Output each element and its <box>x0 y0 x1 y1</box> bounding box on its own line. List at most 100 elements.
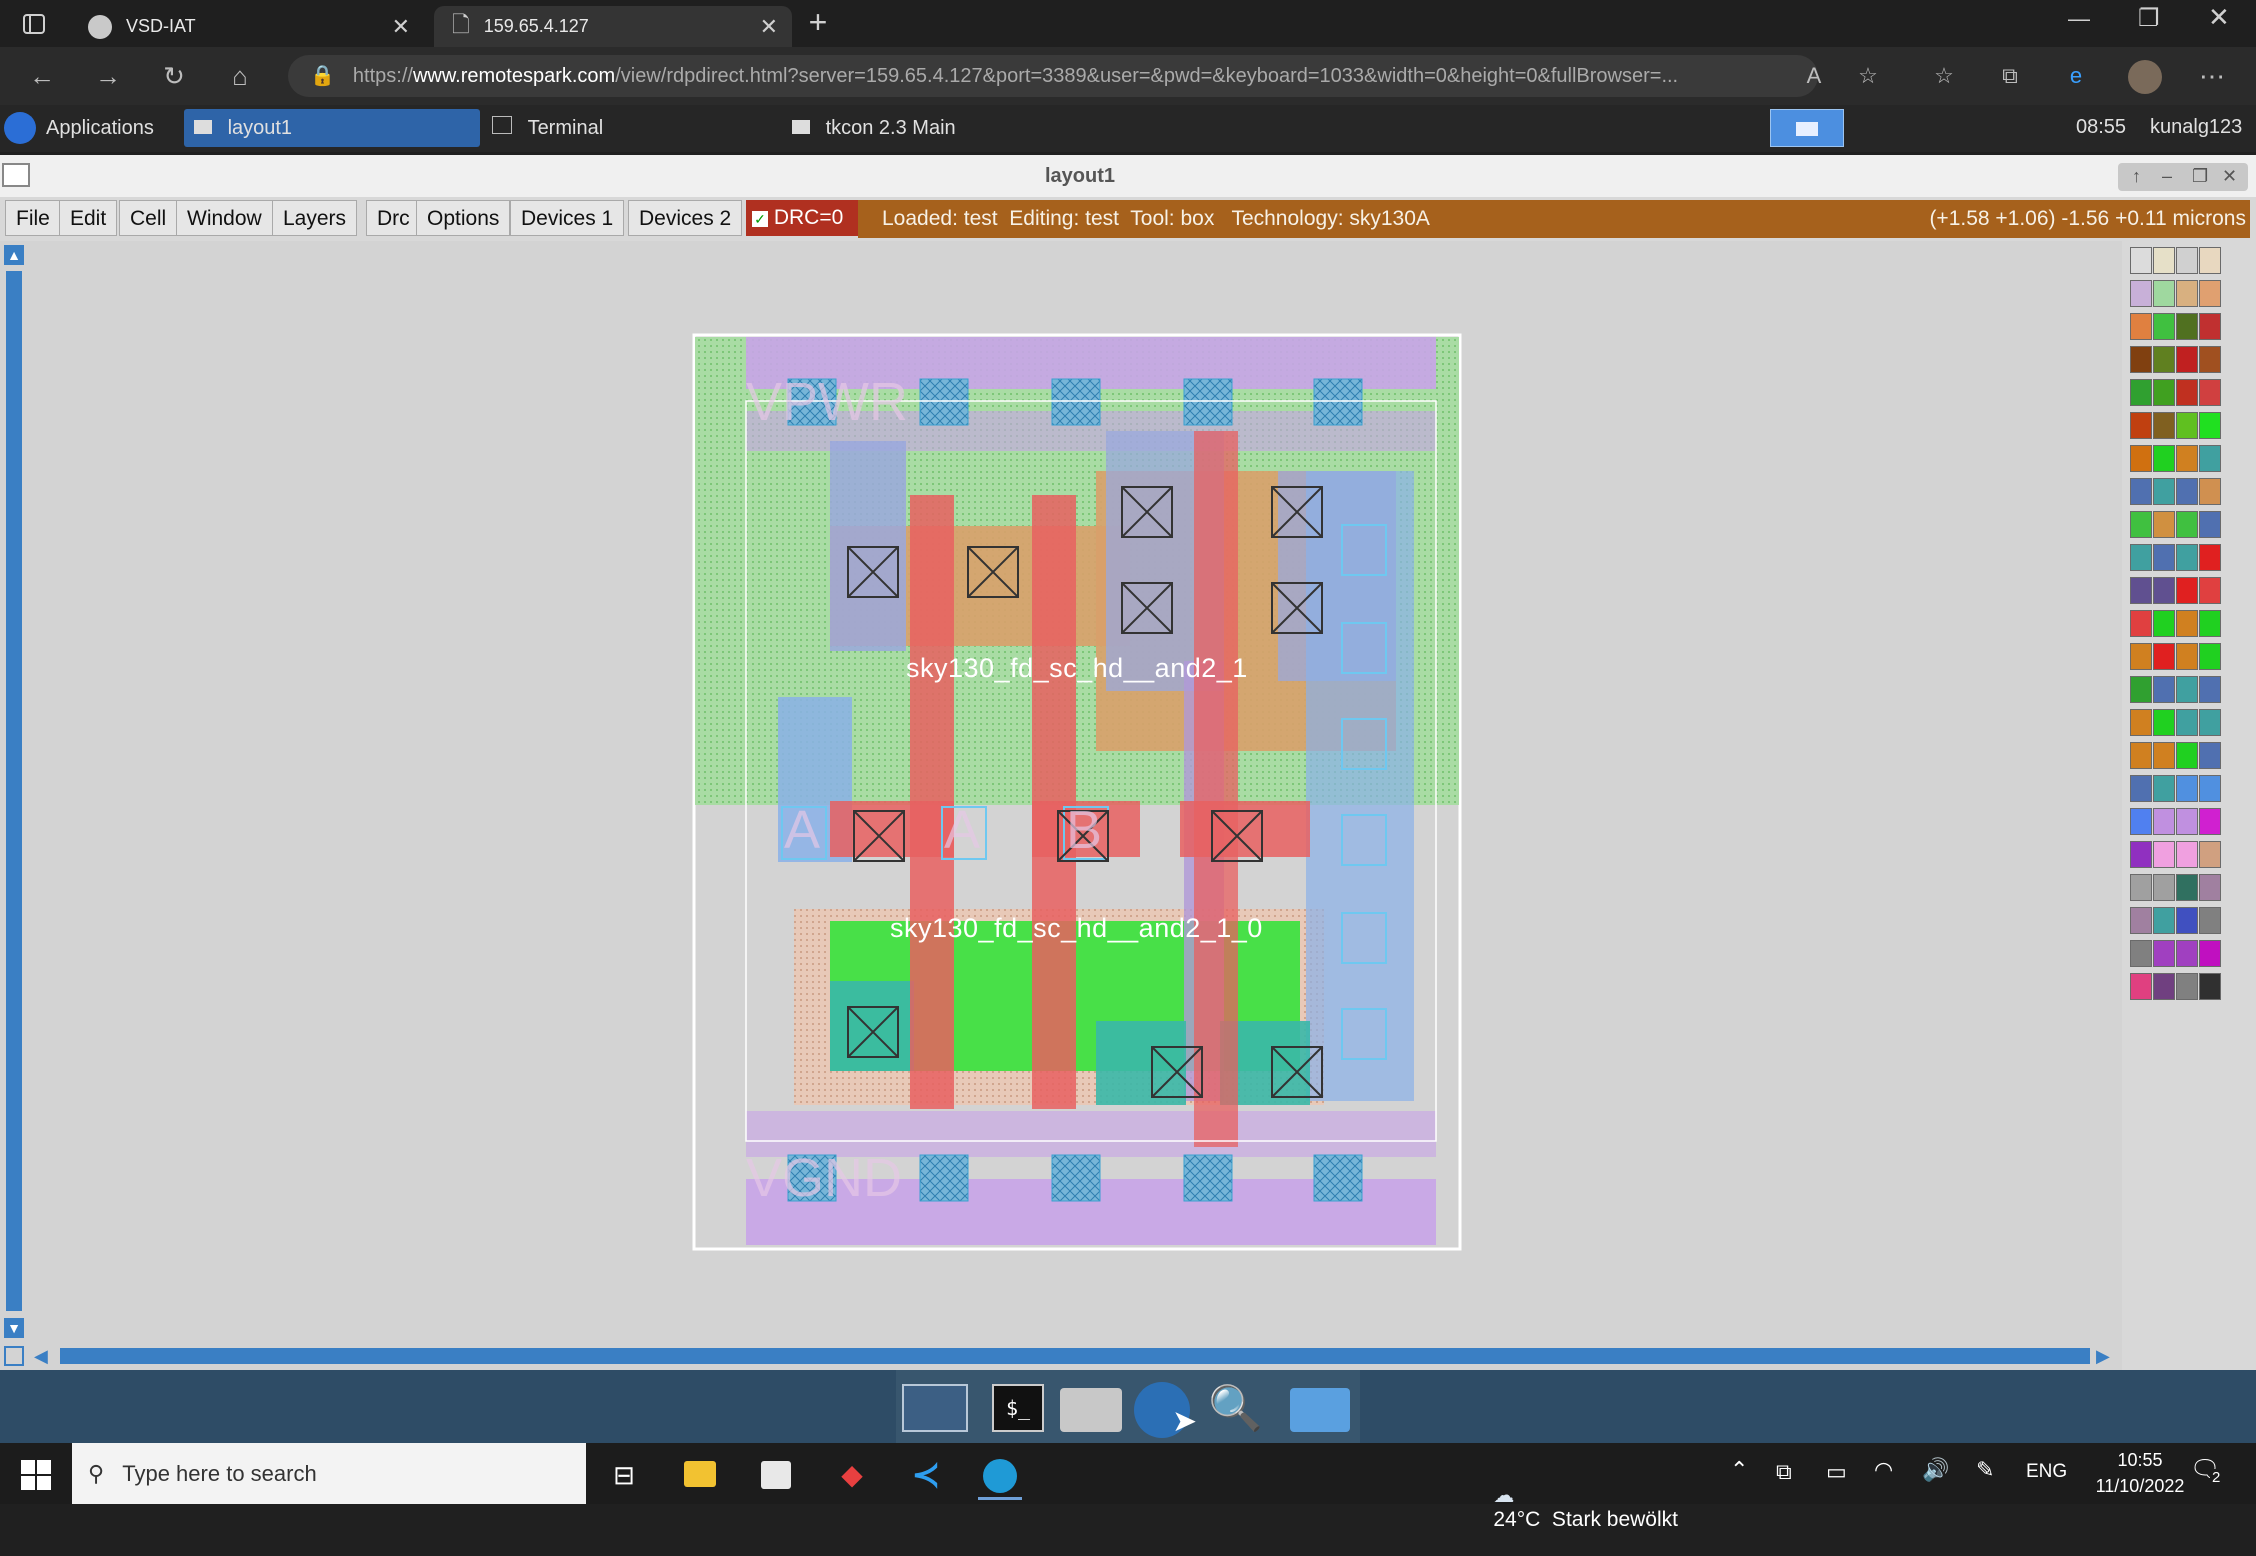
layer-swatch[interactable] <box>2130 280 2152 307</box>
layer-swatch[interactable] <box>2176 742 2198 769</box>
layer-swatch[interactable] <box>2176 247 2198 274</box>
layer-swatch[interactable] <box>2199 511 2221 538</box>
tab-vsd-iat[interactable]: VSD-IAT ✕ <box>72 6 424 47</box>
maximize-icon[interactable]: ❐ <box>2192 166 2208 187</box>
layer-swatch[interactable] <box>2176 709 2198 736</box>
layer-swatch[interactable] <box>2130 841 2152 868</box>
reload-icon[interactable]: ↻ <box>156 58 192 94</box>
layer-swatch[interactable] <box>2153 940 2175 967</box>
layer-swatch[interactable] <box>2153 841 2175 868</box>
start-icon[interactable] <box>14 1453 58 1497</box>
task-terminal[interactable]: Terminal <box>486 109 776 147</box>
search-box[interactable]: ⚲ Type here to search <box>72 1443 586 1504</box>
clock[interactable]: 10:55 11/10/2022 <box>2090 1447 2190 1499</box>
layer-swatch[interactable] <box>2176 643 2198 670</box>
close-window-icon[interactable]: ✕ <box>2208 2 2230 33</box>
layer-swatch[interactable] <box>2153 577 2175 604</box>
layer-swatch[interactable] <box>2199 379 2221 406</box>
layer-swatch[interactable] <box>2153 808 2175 835</box>
home-icon[interactable]: ⌂ <box>222 58 258 94</box>
layer-swatch[interactable] <box>2176 775 2198 802</box>
layer-swatch[interactable] <box>2176 841 2198 868</box>
layer-swatch[interactable] <box>2199 841 2221 868</box>
collections-icon[interactable]: ⧉ <box>1992 58 2028 94</box>
vertical-scrollbar[interactable]: ▲ ▼ <box>0 241 30 1342</box>
layer-swatch[interactable] <box>2199 478 2221 505</box>
weather-widget[interactable]: ☁ 24°C Stark bewölkt <box>1470 1459 1678 1556</box>
notifications-icon[interactable]: 🗨 2 <box>2190 1455 2226 1491</box>
layer-swatch[interactable] <box>2176 610 2198 637</box>
close-icon[interactable]: ✕ <box>2222 166 2237 187</box>
layer-swatch[interactable] <box>2153 247 2175 274</box>
layer-swatch[interactable] <box>2199 907 2221 934</box>
layer-swatch[interactable] <box>2153 775 2175 802</box>
layer-swatch[interactable] <box>2153 511 2175 538</box>
layer-swatch[interactable] <box>2153 742 2175 769</box>
layer-swatch[interactable] <box>2130 544 2152 571</box>
layer-swatch[interactable] <box>2199 775 2221 802</box>
layer-swatch[interactable] <box>2199 247 2221 274</box>
layer-swatch[interactable] <box>2153 412 2175 439</box>
layer-swatch[interactable] <box>2176 280 2198 307</box>
tray-chevron-icon[interactable]: ⌃ <box>1730 1457 1748 1483</box>
layer-swatch[interactable] <box>2130 346 2152 373</box>
layer-swatch[interactable] <box>2176 379 2198 406</box>
drc-toggle[interactable]: ✓ DRC=0 <box>746 200 858 236</box>
menu-window[interactable]: Window <box>176 200 273 236</box>
layer-swatch[interactable] <box>2130 775 2152 802</box>
layer-swatch[interactable] <box>2153 676 2175 703</box>
zoom-box-icon[interactable] <box>4 1346 24 1366</box>
layout-drawing[interactable] <box>30 241 2122 1342</box>
layer-swatch[interactable] <box>2199 445 2221 472</box>
layer-swatch[interactable] <box>2199 412 2221 439</box>
close-tab-icon[interactable]: ✕ <box>760 14 778 40</box>
layer-swatch[interactable] <box>2130 478 2152 505</box>
scroll-down-icon[interactable]: ▼ <box>4 1318 24 1338</box>
layer-swatch[interactable] <box>2130 610 2152 637</box>
layer-swatch[interactable] <box>2176 676 2198 703</box>
panel-clock[interactable]: 08:55 <box>2076 116 2126 139</box>
scroll-right-icon[interactable]: ▶ <box>2096 1346 2116 1366</box>
layer-swatch[interactable] <box>2199 643 2221 670</box>
add-favorite-icon[interactable]: ☆ <box>1850 58 1886 94</box>
layer-swatch[interactable] <box>2153 280 2175 307</box>
layer-swatch[interactable] <box>2176 577 2198 604</box>
layer-swatch[interactable] <box>2199 544 2221 571</box>
menu-options[interactable]: Options <box>416 200 511 236</box>
layer-swatch[interactable] <box>2176 544 2198 571</box>
more-options-icon[interactable]: ⋯ <box>2194 58 2230 94</box>
layer-swatch[interactable] <box>2199 940 2221 967</box>
restore-icon[interactable]: ❐ <box>2138 4 2160 33</box>
scroll-left-icon[interactable]: ◀ <box>34 1346 54 1366</box>
layer-swatch[interactable] <box>2130 676 2152 703</box>
menu-devices-2[interactable]: Devices 2 <box>628 200 743 236</box>
menu-layers[interactable]: Layers <box>272 200 358 236</box>
volume-icon[interactable]: 🔊 <box>1922 1457 1949 1483</box>
task-view-icon[interactable]: ⊟ <box>602 1453 646 1497</box>
menu-cell[interactable]: Cell <box>119 200 178 236</box>
layer-swatch[interactable] <box>2130 874 2152 901</box>
cell-instance-label[interactable]: sky130_fd_sc_hd__and2_1_0 <box>890 913 1263 944</box>
search-icon[interactable]: 🔍 <box>1208 1382 1263 1434</box>
layout-canvas[interactable]: VPWR VGND A A B sky130_fd_sc_hd__and2_1 … <box>30 241 2122 1342</box>
read-aloud-icon[interactable]: A <box>1796 58 1832 94</box>
horizontal-scrollbar[interactable]: ◀ ▶ <box>0 1342 2122 1370</box>
address-field[interactable]: 🔒 https://www.remotespark.com/view/rdpdir… <box>288 55 1818 97</box>
close-tab-icon[interactable]: ✕ <box>392 14 410 40</box>
layer-swatch[interactable] <box>2199 280 2221 307</box>
layer-swatch[interactable] <box>2199 577 2221 604</box>
layer-swatch[interactable] <box>2153 313 2175 340</box>
layer-swatch[interactable] <box>2176 313 2198 340</box>
layer-swatch[interactable] <box>2176 346 2198 373</box>
layer-swatch[interactable] <box>2176 511 2198 538</box>
pen-icon[interactable]: ✎ <box>1976 1457 1994 1483</box>
layer-swatch[interactable] <box>2199 346 2221 373</box>
task-tkcon[interactable]: tkcon 2.3 Main <box>786 109 1086 147</box>
layer-swatch[interactable] <box>2199 973 2221 1000</box>
layer-swatch[interactable] <box>2130 379 2152 406</box>
layer-swatch[interactable] <box>2176 478 2198 505</box>
layer-swatch[interactable] <box>2199 676 2221 703</box>
layer-swatch[interactable] <box>2130 313 2152 340</box>
language-indicator[interactable]: ENG <box>2026 1461 2067 1483</box>
scroll-thumb[interactable] <box>6 271 22 1311</box>
